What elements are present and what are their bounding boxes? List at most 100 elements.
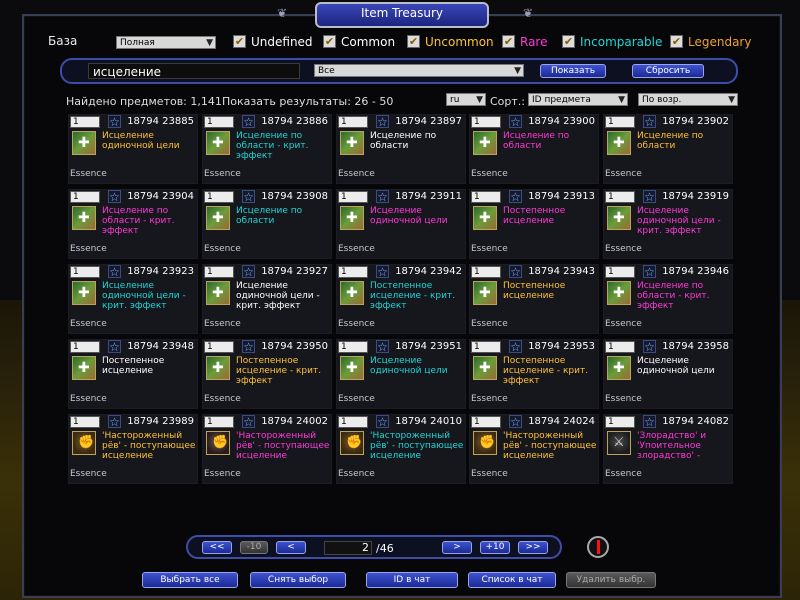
base-dropdown[interactable]: Полная ▼ [116,36,216,49]
quantity-input[interactable]: 1 [338,116,368,128]
heal-icon[interactable] [206,281,230,305]
item-card[interactable]: 1 ☆ 18794 23927 Исцеление одиночной цели - … [202,264,332,334]
page-number-input[interactable]: 2 [324,541,372,555]
item-name[interactable]: Исцеление одиночной цели [102,131,197,151]
favorite-star-icon[interactable]: ☆ [242,190,255,203]
item-name[interactable]: 'Настороженный рёв' - поступающее исцеле… [236,431,331,461]
favorite-star-icon[interactable]: ☆ [242,115,255,128]
quantity-input[interactable]: 1 [338,341,368,353]
item-card[interactable]: 1 ☆ 18794 23946 Исцеление по области - крит… [603,264,733,334]
heal-icon[interactable] [72,131,96,155]
heal-icon[interactable] [206,206,230,230]
deselect-button[interactable]: Снять выбор [250,572,346,588]
heal-icon[interactable] [607,281,631,305]
quantity-input[interactable]: 1 [70,191,100,203]
back-10-button[interactable]: -10 [240,541,268,554]
next-page-button[interactable]: > [442,541,472,554]
roar-icon[interactable] [473,431,497,455]
item-name[interactable]: Постепенное исцеление [503,281,598,301]
last-page-button[interactable]: >> [518,541,548,554]
favorite-star-icon[interactable]: ☆ [242,340,255,353]
id-to-chat-button[interactable]: ID в чат [366,572,458,588]
item-card[interactable]: 1 ☆ 18794 23885 Исцеление одиночной цели Ess… [68,114,198,184]
item-name[interactable]: 'Настороженный рёв' - поступающее исцеле… [503,431,598,461]
favorite-star-icon[interactable]: ☆ [108,415,121,428]
item-card[interactable]: 1 ☆ 18794 23908 Исцеление по области Essence [202,189,332,259]
item-name[interactable]: Исцеление по области - крит. эффект [637,281,732,311]
item-card[interactable]: 1 ☆ 18794 23958 Исцеление одиночной цели Ess… [603,339,733,409]
item-name[interactable]: Исцеление одиночной цели - крит. эффект [102,281,197,311]
item-name[interactable]: Исцеление одиночной цели [637,356,732,376]
favorite-star-icon[interactable]: ☆ [108,265,121,278]
item-card[interactable]: 1 ☆ 18794 23923 Исцеление одиночной цели - … [68,264,198,334]
roar2-icon[interactable] [206,431,230,455]
item-card[interactable]: 1 ☆ 18794 23911 Исцеление одиночной цели Ess… [336,189,466,259]
heal-icon[interactable] [340,206,364,230]
quantity-input[interactable]: 1 [605,341,635,353]
item-name[interactable]: Исцеление по области [503,131,598,151]
quantity-input[interactable]: 1 [605,416,635,428]
quantity-input[interactable]: 1 [338,266,368,278]
favorite-star-icon[interactable]: ☆ [108,340,121,353]
quantity-input[interactable]: 1 [338,191,368,203]
item-name[interactable]: Постепенное исцеление [102,356,197,376]
favorite-star-icon[interactable]: ☆ [509,340,522,353]
quantity-input[interactable]: 1 [204,266,234,278]
item-card[interactable]: 1 ☆ 18794 24024 'Настороженный рёв' - посту… [469,414,599,484]
checkbox-rare[interactable]: ✔ [502,35,515,48]
quantity-input[interactable]: 1 [204,116,234,128]
item-card[interactable]: 1 ☆ 18794 23951 Исцеление одиночной цели Ess… [336,339,466,409]
quantity-input[interactable]: 1 [338,416,368,428]
heal-icon[interactable] [206,131,230,155]
favorite-star-icon[interactable]: ☆ [376,340,389,353]
quantity-input[interactable]: 1 [70,416,100,428]
item-card[interactable]: 1 ☆ 18794 23913 Постепенное исцеление Essenc… [469,189,599,259]
checkbox-legendary[interactable]: ✔ [670,35,683,48]
item-card[interactable]: 1 ☆ 18794 23900 Исцеление по области Essence [469,114,599,184]
heal-icon[interactable] [607,206,631,230]
show-button[interactable]: Показать [540,64,606,78]
item-name[interactable]: Исцеление одиночной цели [370,356,465,376]
checkbox-incomparable[interactable]: ✔ [562,35,575,48]
quantity-input[interactable]: 1 [70,341,100,353]
favorite-star-icon[interactable]: ☆ [108,115,121,128]
heal-icon[interactable] [473,131,497,155]
item-card[interactable]: 1 ☆ 18794 23950 Постепенное исцеление - кри… [202,339,332,409]
checkbox-common[interactable]: ✔ [323,35,336,48]
item-card[interactable]: 1 ☆ 18794 23942 Постепенное исцеление - кри… [336,264,466,334]
item-name[interactable]: Исцеление по области [236,206,331,226]
favorite-star-icon[interactable]: ☆ [643,190,656,203]
favorite-star-icon[interactable]: ☆ [376,265,389,278]
first-page-button[interactable]: << [202,541,232,554]
quantity-input[interactable]: 1 [471,266,501,278]
favorite-star-icon[interactable]: ☆ [509,265,522,278]
heal-icon[interactable] [340,131,364,155]
category-dropdown[interactable]: Все ▼ [314,64,524,77]
item-card[interactable]: 1 ☆ 18794 23919 Исцеление одиночной цели - … [603,189,733,259]
quantity-input[interactable]: 1 [471,341,501,353]
list-to-chat-button[interactable]: Список в чат [468,572,556,588]
roar-icon[interactable] [72,431,96,455]
heal-icon[interactable] [72,281,96,305]
item-name[interactable]: Исцеление по области - крит. эффект [102,206,197,236]
favorite-star-icon[interactable]: ☆ [643,115,656,128]
item-name[interactable]: Постепенное исцеление - крит. эффект [370,281,465,311]
heal-icon[interactable] [72,206,96,230]
quantity-input[interactable]: 1 [471,191,501,203]
item-name[interactable]: Исцеление одиночной цели - крит. эффект [236,281,331,311]
favorite-star-icon[interactable]: ☆ [509,190,522,203]
quantity-input[interactable]: 1 [605,191,635,203]
favorite-star-icon[interactable]: ☆ [643,265,656,278]
item-card[interactable]: 1 ☆ 18794 24082 'Злорадство' и 'Упоительное… [603,414,733,484]
favorite-star-icon[interactable]: ☆ [509,115,522,128]
item-name[interactable]: Постепенное исцеление [503,206,598,226]
heal-icon[interactable] [72,356,96,380]
quantity-input[interactable]: 1 [70,116,100,128]
quantity-input[interactable]: 1 [605,116,635,128]
item-name[interactable]: Постепенное исцеление - крит. эффект [236,356,331,386]
sort-by-dropdown[interactable]: ID предмета ▼ [528,93,628,106]
heal-icon[interactable] [473,281,497,305]
favorite-star-icon[interactable]: ☆ [108,190,121,203]
reset-button[interactable]: Сбросить [632,64,704,78]
item-card[interactable]: 1 ☆ 18794 23897 Исцеление по области Essence [336,114,466,184]
